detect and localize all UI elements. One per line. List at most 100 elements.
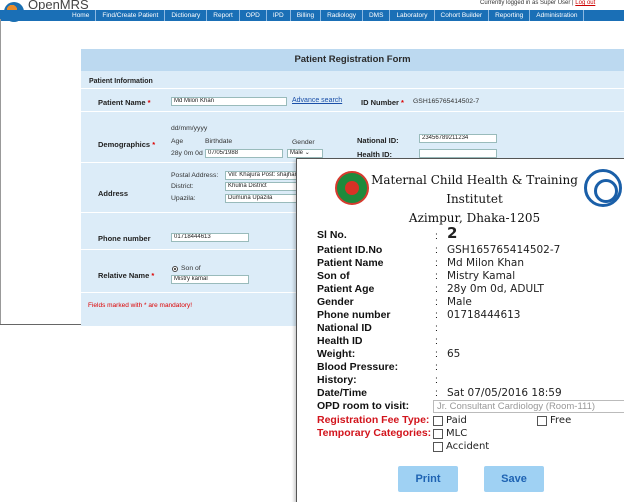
nav-cohort-builder[interactable]: Cohort Builder	[435, 10, 490, 21]
colon: :	[435, 296, 438, 308]
advance-search-link[interactable]: Advance search	[292, 97, 342, 104]
logout-link[interactable]: Log out	[575, 0, 595, 6]
required-mark: *	[152, 140, 156, 149]
mlc-checkbox[interactable]	[433, 429, 443, 439]
date-format-hint: dd/mm/yyyy	[171, 125, 208, 132]
birthdate-input[interactable]: 07/05/1988	[205, 149, 283, 158]
required-mark: *	[151, 271, 155, 280]
institute-emblem-icon	[584, 169, 622, 207]
section-patient-information: Patient Information	[89, 78, 153, 85]
slip-title: Maternal Child Health & Training Institu…	[367, 171, 582, 228]
blood-pressure-label: Blood Pressure:	[317, 361, 399, 373]
id-number-label: ID Number *	[361, 98, 404, 107]
temporary-categories-label: Temporary Categories:	[317, 427, 432, 439]
free-checkbox[interactable]	[537, 416, 547, 426]
patient-age-label: Patient Age	[317, 283, 375, 295]
colon: :	[435, 270, 438, 282]
nav-reporting[interactable]: Reporting	[489, 10, 531, 21]
patient-age-value: 28y 0m 0d, ADULT	[447, 283, 544, 295]
age-label: Age	[171, 138, 184, 145]
gender-label: Gender	[317, 296, 354, 308]
health-id-input[interactable]	[419, 149, 497, 158]
print-button[interactable]: Print	[398, 466, 458, 492]
sl-no-value: 2	[447, 224, 458, 242]
colon: :	[435, 257, 438, 269]
national-id-label: National ID:	[357, 136, 399, 145]
colon: :	[435, 348, 438, 360]
nav-find-create-patient[interactable]: Find/Create Patient	[96, 10, 166, 21]
paid-checkbox[interactable]	[433, 416, 443, 426]
patient-name-input[interactable]: Md Milon Khan	[171, 97, 287, 106]
registration-slip: Maternal Child Health & Training Institu…	[296, 158, 624, 502]
mlc-label: MLC	[446, 428, 468, 439]
mandatory-note: Fields marked with * are mandatory!	[88, 302, 193, 309]
accident-checkbox[interactable]	[433, 442, 443, 452]
gender-value: Male	[447, 296, 472, 308]
left-border	[0, 19, 1, 324]
nav-home[interactable]: Home	[66, 10, 97, 21]
row-divider	[81, 111, 624, 112]
patient-name-label: Patient Name *	[98, 98, 151, 107]
colon: :	[435, 283, 438, 295]
son-of-radio[interactable]	[172, 266, 178, 272]
opd-room-input[interactable]: Jr. Consultant Cardiology (Room-111)	[433, 400, 624, 413]
form-title: Patient Registration Form	[81, 49, 624, 71]
relative-name-label-text: Relative Name	[98, 271, 150, 280]
son-of-label: Son of	[317, 270, 350, 282]
phone-number-label: Phone number	[98, 234, 151, 243]
colon: :	[435, 387, 438, 399]
birthdate-label: Birthdate	[205, 138, 233, 145]
nav-radiology[interactable]: Radiology	[321, 10, 363, 21]
nav-ipd[interactable]: IPD	[267, 10, 291, 21]
postal-address-input[interactable]: Vill: Khajura Post: shajhanpur	[225, 171, 298, 180]
main-nav: Home Find/Create Patient Dictionary Repo…	[0, 10, 624, 21]
gender-select[interactable]: Male ⌄	[287, 149, 323, 158]
son-of-value: Mistry Kamal	[447, 270, 516, 282]
demographics-label-text: Demographics	[98, 140, 151, 149]
bangladesh-emblem-icon	[335, 171, 369, 205]
phone-number-value: 01718444613	[447, 309, 521, 321]
gender-label: Gender	[292, 139, 315, 146]
save-button[interactable]: Save	[484, 466, 544, 492]
relative-name-label: Relative Name *	[98, 271, 154, 280]
colon: :	[435, 335, 438, 347]
nav-administration[interactable]: Administration	[530, 10, 585, 21]
required-mark: *	[147, 98, 151, 107]
colon: :	[435, 361, 438, 373]
age-value: 28y 0m 0d	[171, 150, 203, 157]
accident-label: Accident	[446, 441, 490, 452]
slip-title-line1: Maternal Child Health & Training Institu…	[371, 173, 578, 206]
address-label: Address	[98, 189, 129, 198]
login-status: Currently logged in as Super User | Log …	[480, 0, 595, 6]
id-number-label-text: ID Number	[361, 98, 399, 107]
sl-no-label: Sl No.	[317, 229, 347, 241]
patient-name-value: Md Milon Khan	[447, 257, 525, 269]
upazila-input[interactable]: Dumuria Upazila	[225, 194, 298, 203]
nav-billing[interactable]: Billing	[291, 10, 322, 21]
date-time-value: Sat 07/05/2016 18:59	[447, 387, 562, 399]
slip-title-line2: Azimpur, Dhaka-1205	[408, 211, 541, 225]
phone-number-input[interactable]: 01718444613	[171, 233, 249, 242]
nav-report[interactable]: Report	[207, 10, 240, 21]
nav-dms[interactable]: DMS	[363, 10, 391, 21]
nav-opd[interactable]: OPD	[240, 10, 267, 21]
patient-name-label-text: Patient Name	[98, 98, 146, 107]
weight-label: Weight:	[317, 348, 356, 360]
phone-number-label: Phone number	[317, 309, 391, 321]
colon: :	[435, 374, 438, 386]
colon: :	[435, 244, 438, 256]
nav-dictionary[interactable]: Dictionary	[165, 10, 208, 21]
history-label: History:	[317, 374, 357, 386]
relative-name-input[interactable]: Mistry kamal	[171, 275, 249, 284]
patient-name-label: Patient Name	[317, 257, 384, 269]
nav-laboratory[interactable]: Laboratory	[390, 10, 435, 21]
registration-fee-type-label: Registration Fee Type:	[317, 414, 430, 426]
demographics-label: Demographics *	[98, 140, 155, 149]
district-input[interactable]: Khulna District	[225, 182, 298, 191]
upazila-label: Upazila:	[171, 195, 196, 202]
date-time-label: Date/Time	[317, 387, 367, 399]
colon: :	[435, 230, 438, 242]
required-mark: *	[401, 98, 404, 107]
gender-select-value: Male	[290, 150, 304, 156]
national-id-input[interactable]: 23456789211234	[419, 134, 497, 143]
